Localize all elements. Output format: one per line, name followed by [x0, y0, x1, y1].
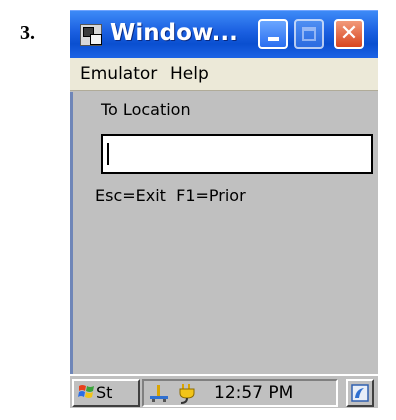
clock[interactable]: 12:57 PM	[214, 383, 293, 403]
windows-flag-icon	[78, 385, 94, 398]
start-label: St	[96, 383, 113, 402]
window-title: Window...	[110, 20, 238, 46]
minimize-icon	[268, 37, 279, 41]
network-icon[interactable]	[148, 382, 170, 404]
to-location-label: To Location	[101, 100, 191, 119]
key-help-text: Esc=Exit F1=Prior	[95, 186, 246, 205]
step-number: 3.	[20, 22, 35, 44]
maximize-icon	[302, 27, 316, 41]
minimize-button[interactable]	[258, 19, 288, 49]
menu-emulator[interactable]: Emulator	[80, 64, 157, 84]
maximize-button[interactable]	[294, 19, 324, 49]
menu-bar: Emulator Help	[70, 58, 378, 91]
taskbar: St 12:57 PM	[70, 374, 378, 408]
to-location-input[interactable]	[101, 134, 373, 174]
emulator-window: Window... ✕ Emulator Help To Location Es…	[70, 10, 378, 408]
text-caret	[107, 143, 109, 165]
desktop-icon	[351, 384, 369, 402]
title-bar: Window... ✕	[70, 10, 378, 58]
form-area: To Location Esc=Exit F1=Prior	[70, 92, 378, 374]
close-button[interactable]: ✕	[334, 19, 364, 49]
start-button[interactable]: St	[72, 379, 140, 407]
window-app-icon	[80, 24, 102, 46]
power-plug-icon[interactable]	[176, 382, 198, 404]
system-tray: 12:57 PM	[142, 379, 338, 407]
desktop-button[interactable]	[346, 379, 374, 407]
close-icon: ✕	[339, 21, 359, 46]
menu-help[interactable]: Help	[170, 64, 209, 84]
